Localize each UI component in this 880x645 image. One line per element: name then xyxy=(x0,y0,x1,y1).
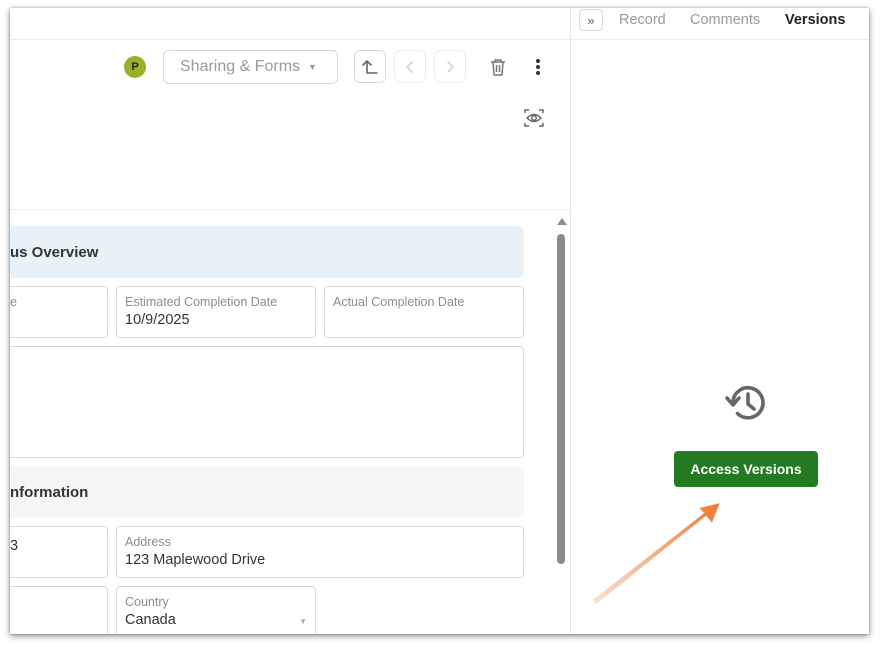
field-value: 3 xyxy=(10,538,19,554)
up-arrow-icon xyxy=(362,59,378,74)
notes-textarea[interactable] xyxy=(10,346,524,458)
sharing-forms-label: Sharing & Forms xyxy=(180,58,301,75)
section-title: nformation xyxy=(10,483,89,501)
scrollbar[interactable] xyxy=(555,216,567,634)
chevron-right-icon xyxy=(447,60,454,73)
more-options-button[interactable] xyxy=(528,56,548,78)
field-value: Canada xyxy=(125,612,176,628)
field-label: e xyxy=(10,295,17,309)
divider xyxy=(10,209,570,210)
sharing-forms-button[interactable]: Sharing & Forms ▼ xyxy=(163,50,338,84)
collapse-panel-button[interactable]: » xyxy=(579,9,603,31)
next-record-button[interactable] xyxy=(434,50,466,83)
go-to-parent-button[interactable] xyxy=(354,50,386,83)
country-select[interactable]: Country Canada ▼ xyxy=(116,586,316,634)
chevron-left-icon xyxy=(406,60,413,73)
actual-completion-date-field[interactable]: Actual Completion Date xyxy=(324,286,524,338)
side-panel: » Record Comments Versions Access Versio… xyxy=(571,8,869,634)
section-title: us Overview xyxy=(10,243,99,261)
scrollbar-thumb[interactable] xyxy=(557,234,565,564)
tab-comments[interactable]: Comments xyxy=(690,12,760,28)
divider xyxy=(571,39,869,40)
preview-eye-icon xyxy=(524,109,544,127)
field-status-date[interactable]: e xyxy=(10,286,108,338)
app-window: P Sharing & Forms ▼ us Overview e Estima… xyxy=(10,8,869,634)
field-value: 10/9/2025 xyxy=(125,312,190,328)
caret-down-icon: ▼ xyxy=(308,62,317,72)
divider xyxy=(10,39,570,40)
caret-down-icon: ▼ xyxy=(299,617,307,626)
field-value: 123 Maplewood Drive xyxy=(125,552,266,568)
double-chevron-right-icon: » xyxy=(587,12,595,28)
delete-button[interactable] xyxy=(486,56,510,78)
tab-record[interactable]: Record xyxy=(619,12,666,28)
trash-icon xyxy=(491,59,505,76)
section-status-overview-header[interactable]: us Overview xyxy=(10,226,524,278)
address-field[interactable]: Address 123 Maplewood Drive xyxy=(116,526,524,578)
estimated-completion-date-field[interactable]: Estimated Completion Date 10/9/2025 xyxy=(116,286,316,338)
record-panel: P Sharing & Forms ▼ us Overview e Estima… xyxy=(10,8,570,634)
field-city[interactable] xyxy=(10,586,108,634)
more-vertical-icon xyxy=(536,59,540,75)
access-versions-button[interactable]: Access Versions xyxy=(674,451,818,487)
tab-versions[interactable]: Versions xyxy=(785,12,845,28)
avatar[interactable]: P xyxy=(124,56,146,78)
history-icon xyxy=(725,386,765,420)
field-id[interactable]: 3 xyxy=(10,526,108,578)
scroll-up-arrow[interactable] xyxy=(557,218,567,225)
field-label: Address xyxy=(125,535,171,549)
preview-button[interactable] xyxy=(522,106,546,130)
field-label: Estimated Completion Date xyxy=(125,295,278,309)
field-label: Actual Completion Date xyxy=(333,295,465,309)
previous-record-button[interactable] xyxy=(394,50,426,83)
field-label: Country xyxy=(125,595,169,609)
section-information-header[interactable]: nformation xyxy=(10,466,524,518)
